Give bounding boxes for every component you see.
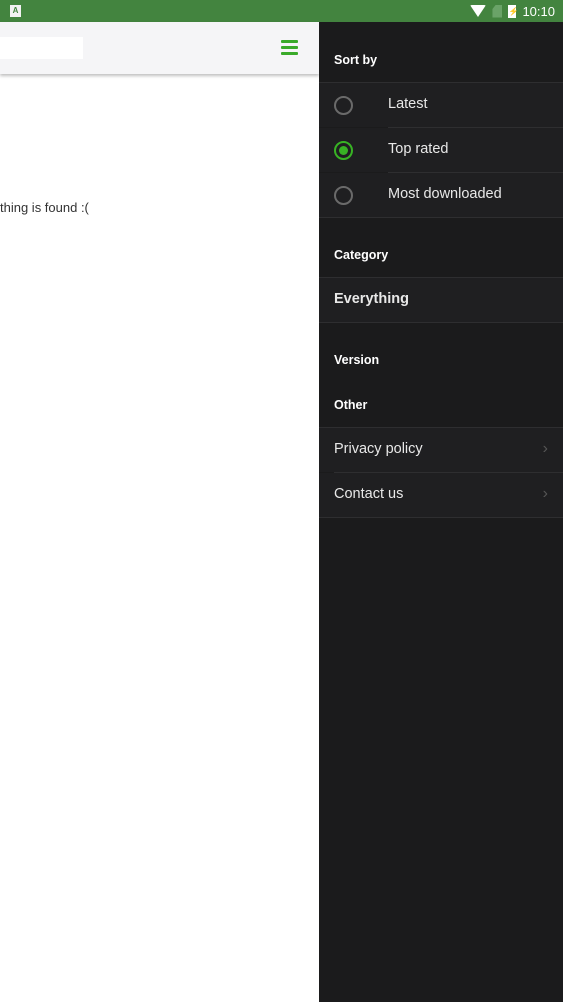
status-bar: A 10:10 bbox=[0, 0, 563, 22]
sort-option-label: Most downloaded bbox=[388, 186, 502, 202]
sort-option-label: Top rated bbox=[388, 141, 449, 157]
battery-charging-icon bbox=[508, 4, 517, 18]
search-input[interactable] bbox=[0, 37, 83, 59]
category-selector[interactable]: Everything bbox=[319, 278, 563, 322]
privacy-policy-label: Privacy policy bbox=[334, 441, 423, 457]
contact-us-item[interactable]: Contact us › bbox=[319, 473, 563, 517]
toolbar bbox=[0, 22, 319, 74]
hamburger-menu-icon[interactable] bbox=[281, 40, 298, 56]
chevron-right-icon: › bbox=[542, 440, 548, 457]
radio-unchecked-icon[interactable] bbox=[334, 96, 353, 115]
sort-option-label: Latest bbox=[388, 96, 428, 112]
sort-option-latest[interactable]: Latest bbox=[319, 83, 563, 127]
no-sim-icon bbox=[492, 4, 503, 18]
chevron-right-icon: › bbox=[542, 485, 548, 502]
category-value: Everything bbox=[334, 291, 409, 307]
wifi-icon bbox=[470, 5, 487, 17]
radio-checked-icon[interactable] bbox=[334, 141, 353, 160]
radio-unchecked-icon[interactable] bbox=[334, 186, 353, 205]
category-heading: Category bbox=[334, 248, 389, 262]
contact-us-label: Contact us bbox=[334, 486, 404, 502]
notification-icon: A bbox=[10, 5, 21, 17]
other-heading: Other bbox=[334, 398, 368, 412]
sort-by-heading: Sort by bbox=[334, 53, 378, 67]
clock: 10:10 bbox=[522, 3, 555, 19]
sort-option-top-rated[interactable]: Top rated bbox=[319, 128, 563, 172]
privacy-policy-item[interactable]: Privacy policy › bbox=[319, 428, 563, 472]
sort-option-most-downloaded[interactable]: Most downloaded bbox=[319, 173, 563, 217]
version-heading: Version bbox=[334, 353, 380, 367]
empty-message: thing is found :( bbox=[0, 200, 89, 215]
filter-drawer: Sort by Latest Top rated Most downloaded… bbox=[319, 22, 563, 1002]
main-content: thing is found :( bbox=[0, 22, 319, 1002]
